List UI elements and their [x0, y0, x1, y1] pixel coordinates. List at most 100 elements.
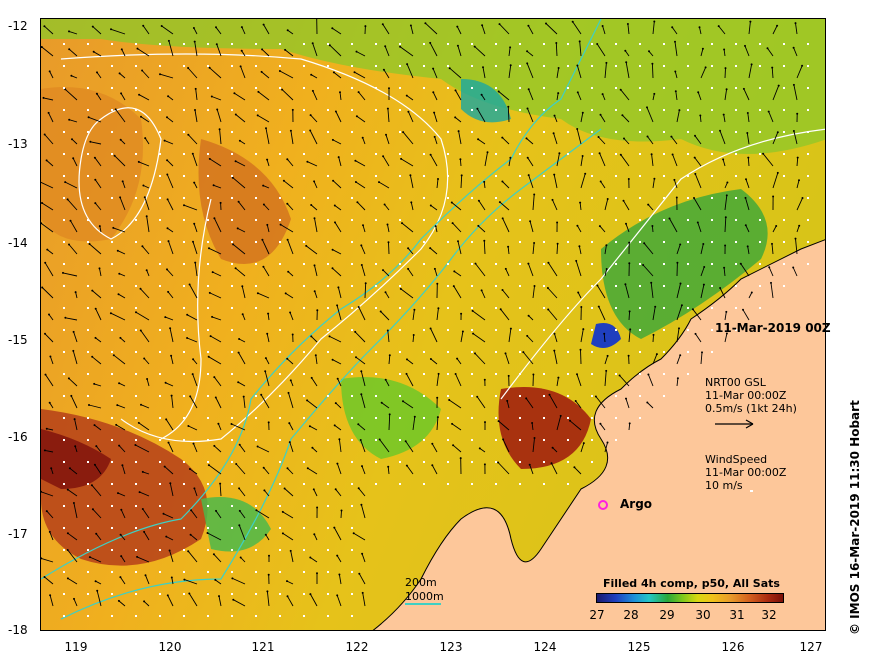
current-vector-head	[553, 114, 556, 117]
wind-dot	[567, 131, 569, 133]
wind-dot	[327, 285, 329, 287]
wind-dot	[183, 351, 185, 353]
current-vector-head	[309, 556, 312, 559]
wind-dot	[87, 87, 89, 89]
wind-dot	[135, 395, 137, 397]
isobath-legend-line	[405, 603, 441, 605]
wind-dot	[639, 351, 641, 353]
wind-dot	[783, 285, 785, 287]
wind-dot	[303, 307, 305, 309]
wind-dot	[63, 65, 65, 67]
wind-dot	[567, 197, 569, 199]
current-vector-head	[405, 94, 408, 97]
current-vector-head	[622, 199, 625, 202]
wind-dot	[375, 351, 377, 353]
wind-dot	[159, 65, 161, 67]
wind-legend-line2: 11-Mar 00:00Z	[705, 466, 787, 479]
current-vector-head	[72, 330, 75, 333]
wind-dot	[447, 65, 449, 67]
wind-dot	[543, 395, 545, 397]
current-vector-head	[504, 267, 507, 270]
wind-dot	[423, 241, 425, 243]
current-vector-head	[776, 171, 779, 174]
current-vector-head	[651, 62, 654, 65]
wind-dot	[159, 87, 161, 89]
wind-dot	[183, 329, 185, 331]
wind-dot	[231, 527, 233, 529]
current-vector-head	[407, 267, 410, 270]
wind-dot	[375, 87, 377, 89]
wind-dot	[447, 263, 449, 265]
wind-dot	[399, 263, 401, 265]
current-vector-head	[164, 316, 167, 319]
current-vector-head	[525, 137, 528, 140]
wind-dot	[183, 65, 185, 67]
wind-dot	[183, 439, 185, 441]
wind-dot	[375, 417, 377, 419]
current-vector-head	[336, 594, 339, 597]
current-vector-head	[355, 115, 358, 118]
wind-dot	[207, 285, 209, 287]
wind-dot	[495, 373, 497, 375]
current-vector-head	[553, 349, 556, 352]
wind-dot	[447, 175, 449, 177]
current-vector-head	[472, 332, 475, 335]
current-vector-head	[264, 533, 267, 536]
current-vector-head	[50, 467, 53, 470]
current-vector-head	[410, 201, 413, 204]
wind-dot	[303, 483, 305, 485]
wind-dot	[207, 263, 209, 265]
wind-dot	[375, 175, 377, 177]
wind-dot	[303, 395, 305, 397]
wind-dot	[111, 285, 113, 287]
current-vector-head	[453, 270, 456, 273]
current-vector-head	[93, 156, 96, 159]
wind-dot	[399, 43, 401, 45]
wind-dot	[759, 43, 761, 45]
wind-dot	[423, 307, 425, 309]
wind-dot	[183, 153, 185, 155]
current-vector-head	[801, 64, 804, 67]
current-vector-head	[215, 509, 217, 512]
wind-dot	[783, 109, 785, 111]
wind-dot	[399, 307, 401, 309]
current-vector-head	[559, 414, 562, 417]
wind-dot	[135, 571, 137, 573]
current-vector-head	[584, 172, 587, 175]
current-vector-head	[286, 467, 289, 470]
wind-dot	[375, 131, 377, 133]
current-vector-head	[382, 68, 385, 71]
wind-dot	[735, 241, 737, 243]
current-vector-head	[336, 462, 339, 465]
wind-dot	[399, 175, 401, 177]
wind-dot	[255, 615, 257, 617]
wind-dot	[351, 263, 353, 265]
wind-dot	[111, 439, 113, 441]
wind-dot	[663, 43, 665, 45]
current-vector-head	[429, 204, 432, 207]
wind-dot	[87, 43, 89, 45]
current-vector-head	[47, 111, 50, 114]
current-vector-head	[64, 316, 67, 319]
wind-dot	[423, 395, 425, 397]
current-vector-head	[792, 46, 795, 49]
current-vector-head	[144, 574, 147, 577]
wind-dot	[159, 197, 161, 199]
current-vector-head	[286, 595, 289, 598]
current-vector-head	[166, 159, 169, 162]
current-vector-head	[238, 443, 241, 446]
wind-dot	[807, 87, 809, 89]
wind-dot	[351, 329, 353, 331]
current-vector-head	[170, 354, 173, 357]
wind-dot	[183, 285, 185, 287]
current-vector-head	[266, 158, 269, 161]
wind-dot	[303, 87, 305, 89]
current-vector-head	[744, 44, 746, 47]
wind-dot	[279, 505, 281, 507]
current-vector-head	[480, 289, 483, 292]
wind-dot	[231, 175, 233, 177]
current-vector-head	[653, 20, 656, 23]
wind-dot	[615, 87, 617, 89]
current-vector-head	[140, 115, 142, 118]
wind-dot	[111, 241, 113, 243]
